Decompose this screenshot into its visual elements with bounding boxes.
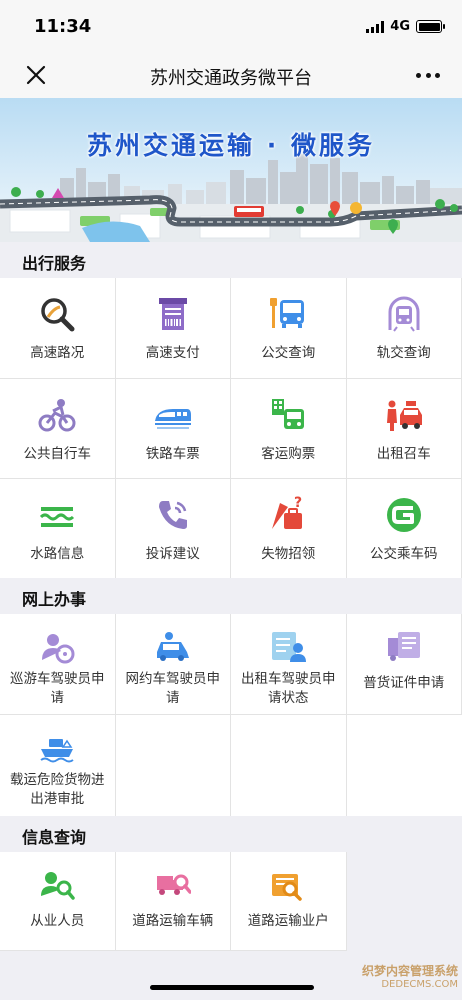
cargo-certificate-icon bbox=[384, 628, 424, 664]
ride-hailing-car-icon bbox=[153, 628, 193, 664]
service-complaints[interactable]: 投诉建议 bbox=[115, 479, 231, 580]
driver-wheel-icon bbox=[37, 628, 77, 664]
query-road-transport-vehicles[interactable]: 道路运输车辆 bbox=[115, 852, 231, 951]
section-title: 信息查询 bbox=[22, 828, 87, 847]
highway-search-icon bbox=[37, 294, 77, 334]
service-taxi-hailing[interactable]: 出租召车 bbox=[346, 378, 462, 479]
section-header-info-query: 信息查询 bbox=[0, 816, 462, 852]
empty-cell bbox=[346, 852, 462, 951]
empty-cell bbox=[346, 714, 462, 817]
query-road-transport-companies[interactable]: 道路运输业户 bbox=[231, 852, 347, 951]
service-taxi-driver-apply-status[interactable]: 出租车驾驶员申请状态 bbox=[231, 614, 347, 715]
travel-services-grid: 高速路况 高速支付 公交查询 轨交查询 公共自行车 铁路车票 客运购票 出租召车… bbox=[0, 278, 462, 580]
service-highway-payment[interactable]: 高速支付 bbox=[115, 278, 231, 379]
waterway-icon bbox=[37, 495, 77, 535]
service-ride-hailing-driver-apply[interactable]: 网约车驾驶员申请 bbox=[115, 614, 231, 715]
driver-profile-icon bbox=[268, 628, 308, 664]
section-header-online: 网上办事 bbox=[0, 578, 462, 614]
status-indicators: 4G bbox=[366, 19, 445, 34]
section-title: 网上办事 bbox=[22, 590, 87, 609]
service-waterway-info[interactable]: 水路信息 bbox=[0, 479, 116, 580]
signal-icon bbox=[366, 20, 385, 33]
service-dangerous-goods-port-approval[interactable]: 载运危险货物进出港审批 bbox=[0, 714, 116, 817]
train-icon bbox=[153, 395, 193, 435]
service-cruise-taxi-driver-apply[interactable]: 巡游车驾驶员申请 bbox=[0, 614, 116, 715]
service-highway-traffic[interactable]: 高速路况 bbox=[0, 278, 116, 379]
online-services-grid: 巡游车驾驶员申请 网约车驾驶员申请 出租车驾驶员申请状态 普货证件申请 载运危险… bbox=[0, 614, 462, 817]
bus-stop-icon bbox=[268, 294, 308, 334]
empty-cell bbox=[231, 714, 347, 817]
coach-ticket-icon bbox=[268, 395, 308, 435]
section-header-travel: 出行服务 bbox=[0, 242, 462, 278]
service-general-cargo-certificate[interactable]: 普货证件申请 bbox=[346, 614, 462, 715]
navigation-bar: 苏州交通政务微平台 bbox=[0, 52, 462, 98]
service-lost-found[interactable]: ? 失物招领 bbox=[231, 479, 347, 580]
query-practitioners[interactable]: 从业人员 bbox=[0, 852, 116, 951]
more-button[interactable] bbox=[416, 64, 440, 86]
service-railway-ticket[interactable]: 铁路车票 bbox=[115, 378, 231, 479]
city-road-illustration bbox=[0, 98, 462, 242]
truck-search-icon bbox=[153, 868, 193, 902]
bicycle-icon bbox=[37, 395, 77, 435]
section-title: 出行服务 bbox=[22, 254, 87, 273]
service-bus-ride-code[interactable]: 公交乘车码 bbox=[346, 479, 462, 580]
watermark: 织梦内容管理系统 DEDECMS.COM bbox=[361, 964, 458, 990]
service-bus-query[interactable]: 公交查询 bbox=[231, 278, 347, 379]
home-indicator[interactable] bbox=[150, 985, 314, 990]
taxi-icon bbox=[384, 395, 424, 435]
network-label: 4G bbox=[390, 19, 410, 34]
battery-icon bbox=[416, 20, 445, 33]
toll-receipt-icon bbox=[153, 294, 193, 334]
info-query-grid: 从业人员 道路运输车辆 道路运输业户 bbox=[0, 852, 462, 951]
page-title: 苏州交通政务微平台 bbox=[150, 68, 312, 89]
company-search-icon bbox=[268, 868, 308, 902]
staff-search-icon bbox=[37, 868, 77, 902]
service-coach-ticket[interactable]: 客运购票 bbox=[231, 378, 347, 479]
metro-icon bbox=[384, 294, 424, 334]
hero-banner: 苏州交通运输 · 微服务 bbox=[0, 98, 462, 242]
banner-title: 苏州交通运输 · 微服务 bbox=[87, 131, 375, 160]
service-public-bicycle[interactable]: 公共自行车 bbox=[0, 378, 116, 479]
clock: 11:34 bbox=[34, 16, 92, 37]
status-bar: 11:34 4G bbox=[0, 0, 462, 52]
empty-cell bbox=[115, 714, 231, 817]
qrcode-g-icon bbox=[384, 495, 424, 535]
phone-icon bbox=[153, 495, 193, 535]
svg-text:?: ? bbox=[294, 495, 302, 511]
more-icon bbox=[416, 72, 421, 78]
lost-found-icon: ? bbox=[268, 495, 308, 535]
service-metro-query[interactable]: 轨交查询 bbox=[346, 278, 462, 379]
hazard-ship-icon bbox=[37, 729, 77, 765]
